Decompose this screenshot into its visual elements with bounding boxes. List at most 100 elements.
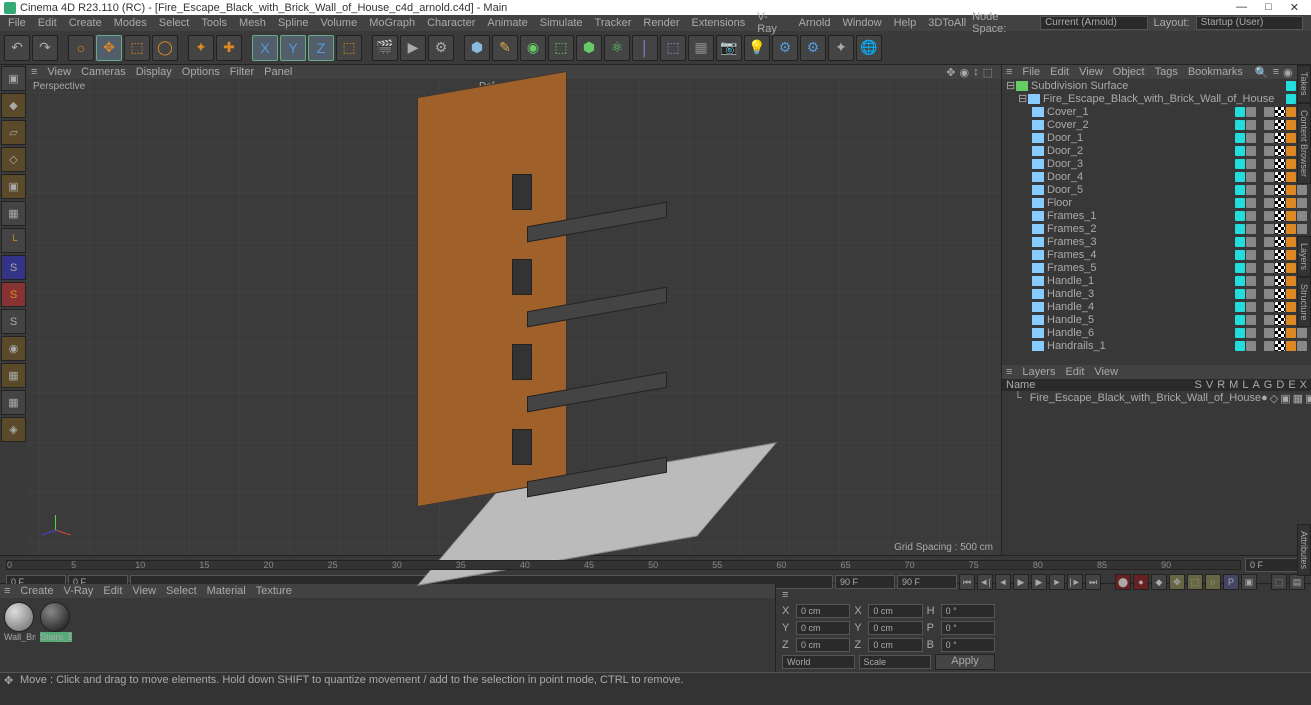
object-tree[interactable]: ⊟ Subdivision Surface ✕ ⊟ Fire_Escape_Bl… (1002, 79, 1311, 365)
workplane-mode[interactable]: ▱ (1, 120, 26, 145)
filter-icon[interactable]: ≡ (1273, 66, 1279, 79)
viewport-canvas[interactable]: Perspective Default Camera Grid Spacing … (27, 79, 1001, 555)
model-mode[interactable]: ▣ (1, 66, 26, 91)
render-settings-button[interactable]: ⚙ (428, 35, 454, 61)
tweak-mode[interactable]: ▦ (1, 363, 26, 388)
mmenu-select[interactable]: Select (166, 585, 197, 597)
dolly-icon[interactable]: ↕ (973, 66, 979, 79)
mmenu-texture[interactable]: Texture (256, 585, 292, 597)
menu-create[interactable]: Create (63, 17, 108, 29)
obj-Frames_3[interactable]: Frames_3 (1002, 235, 1311, 248)
z-axis-button[interactable]: Z (308, 35, 334, 61)
texture-mode[interactable]: ◆ (1, 93, 26, 118)
polygon-mode[interactable]: ▣ (1, 174, 26, 199)
obj-Cover_1[interactable]: Cover_1 (1002, 105, 1311, 118)
field-button[interactable]: │ (632, 35, 658, 61)
xpresso-button[interactable]: ⚙ (800, 35, 826, 61)
menu-tools[interactable]: Tools (195, 17, 233, 29)
obj-Door_5[interactable]: Door_5 (1002, 183, 1311, 196)
tag-button[interactable]: ✦ (828, 35, 854, 61)
obj-Frames_4[interactable]: Frames_4 (1002, 248, 1311, 261)
omenu-file[interactable]: File (1022, 66, 1040, 78)
obj-Floor[interactable]: Floor (1002, 196, 1311, 209)
size-y[interactable]: 0 cm (868, 621, 922, 635)
menu-character[interactable]: Character (421, 17, 481, 29)
edge-mode[interactable]: ◇ (1, 147, 26, 172)
snap-settings[interactable]: S (1, 282, 26, 307)
layer-row[interactable]: └ Fire_Escape_Black_with_Brick_Wall_of_H… (1002, 391, 1311, 405)
soft-select[interactable]: ◉ (1, 336, 26, 361)
deformer-button[interactable]: ⬚ (660, 35, 686, 61)
environment-button[interactable]: ▦ (688, 35, 714, 61)
obj-Frames_2[interactable]: Frames_2 (1002, 222, 1311, 235)
rot-b[interactable]: 0 ° (941, 638, 995, 652)
search-icon[interactable]: 🔍 (1255, 66, 1269, 79)
vmenu-view[interactable]: View (47, 66, 71, 78)
menu-file[interactable]: File (2, 17, 32, 29)
lmenu-edit[interactable]: Edit (1065, 366, 1084, 378)
pos-z[interactable]: 0 cm (796, 638, 850, 652)
coord-world[interactable]: World (782, 655, 855, 669)
menu-help[interactable]: Help (888, 17, 923, 29)
locked-mode[interactable]: ◈ (1, 417, 26, 442)
pen-tool-button[interactable]: ✎ (492, 35, 518, 61)
pos-y[interactable]: 0 cm (796, 621, 850, 635)
menu-mograph[interactable]: MoGraph (363, 17, 421, 29)
menu-tracker[interactable]: Tracker (589, 17, 638, 29)
render-active-button[interactable]: ▶ (400, 35, 426, 61)
vmenu-display[interactable]: Display (136, 66, 172, 78)
menu-spline[interactable]: Spline (272, 17, 315, 29)
cube-primitive-button[interactable]: ⬢ (464, 35, 490, 61)
obj-Handle_3[interactable]: Handle_3 (1002, 287, 1311, 300)
extrude-button[interactable]: ⬚ (548, 35, 574, 61)
omenu-view[interactable]: View (1079, 66, 1103, 78)
nav-icon[interactable]: ✥ (946, 66, 955, 79)
apply-button[interactable]: Apply (935, 654, 995, 670)
menu-volume[interactable]: Volume (315, 17, 364, 29)
obj-Door_3[interactable]: Door_3 (1002, 157, 1311, 170)
workplane-button[interactable]: S (1, 309, 26, 334)
subdivision-button[interactable]: ◉ (520, 35, 546, 61)
menu-select[interactable]: Select (153, 17, 196, 29)
menu-arnold[interactable]: Arnold (793, 17, 837, 29)
omenu-tags[interactable]: Tags (1155, 66, 1178, 78)
size-z[interactable]: 0 cm (868, 638, 922, 652)
tab-content[interactable]: Content Browser (1297, 103, 1311, 184)
tab-structure[interactable]: Structure (1297, 277, 1311, 328)
camera-button[interactable]: 📷 (716, 35, 742, 61)
menu-3dtoall[interactable]: 3DToAll (922, 17, 972, 29)
globe-button[interactable]: 🌐 (856, 35, 882, 61)
eye-icon[interactable]: ◉ (1283, 66, 1293, 79)
menu-simulate[interactable]: Simulate (534, 17, 589, 29)
rotate-tool[interactable]: ◯ (152, 35, 178, 61)
coord-system-button[interactable]: ⬚ (336, 35, 362, 61)
mmenu-material[interactable]: Material (207, 585, 246, 597)
size-x[interactable]: 0 cm (868, 604, 922, 618)
vmenu-options[interactable]: Options (182, 66, 220, 78)
end-frame-field[interactable]: 0 F (1245, 558, 1305, 572)
obj-handle[interactable]: ≡ (1006, 66, 1012, 78)
x-axis-button[interactable]: X (252, 35, 278, 61)
uv-mode[interactable]: ▦ (1, 201, 26, 226)
mmenu-view[interactable]: View (132, 585, 156, 597)
omenu-object[interactable]: Object (1113, 66, 1145, 78)
rot-p[interactable]: 0 ° (941, 621, 995, 635)
obj-Handle_1[interactable]: Handle_1 (1002, 274, 1311, 287)
obj-Handle_4[interactable]: Handle_4 (1002, 300, 1311, 313)
obj-Cover_2[interactable]: Cover_2 (1002, 118, 1311, 131)
scale-tool[interactable]: ⬚ (124, 35, 150, 61)
coord-scale[interactable]: Scale (859, 655, 932, 669)
menu-render[interactable]: Render (637, 17, 685, 29)
mograph-button[interactable]: ⚛ (604, 35, 630, 61)
axis-mode[interactable]: └ (1, 228, 26, 253)
render-view-button[interactable]: 🎬 (372, 35, 398, 61)
array-button[interactable]: ⬢ (576, 35, 602, 61)
vmenu-panel[interactable]: Panel (264, 66, 292, 78)
lay-handle[interactable]: ≡ (1006, 366, 1012, 378)
obj-Handrails_1[interactable]: Handrails_1 (1002, 339, 1311, 352)
menu-animate[interactable]: Animate (481, 17, 533, 29)
pos-x[interactable]: 0 cm (796, 604, 850, 618)
tab-takes[interactable]: Takes (1297, 65, 1311, 103)
vmenu-cameras[interactable]: Cameras (81, 66, 126, 78)
place-tool[interactable]: ✚ (216, 35, 242, 61)
